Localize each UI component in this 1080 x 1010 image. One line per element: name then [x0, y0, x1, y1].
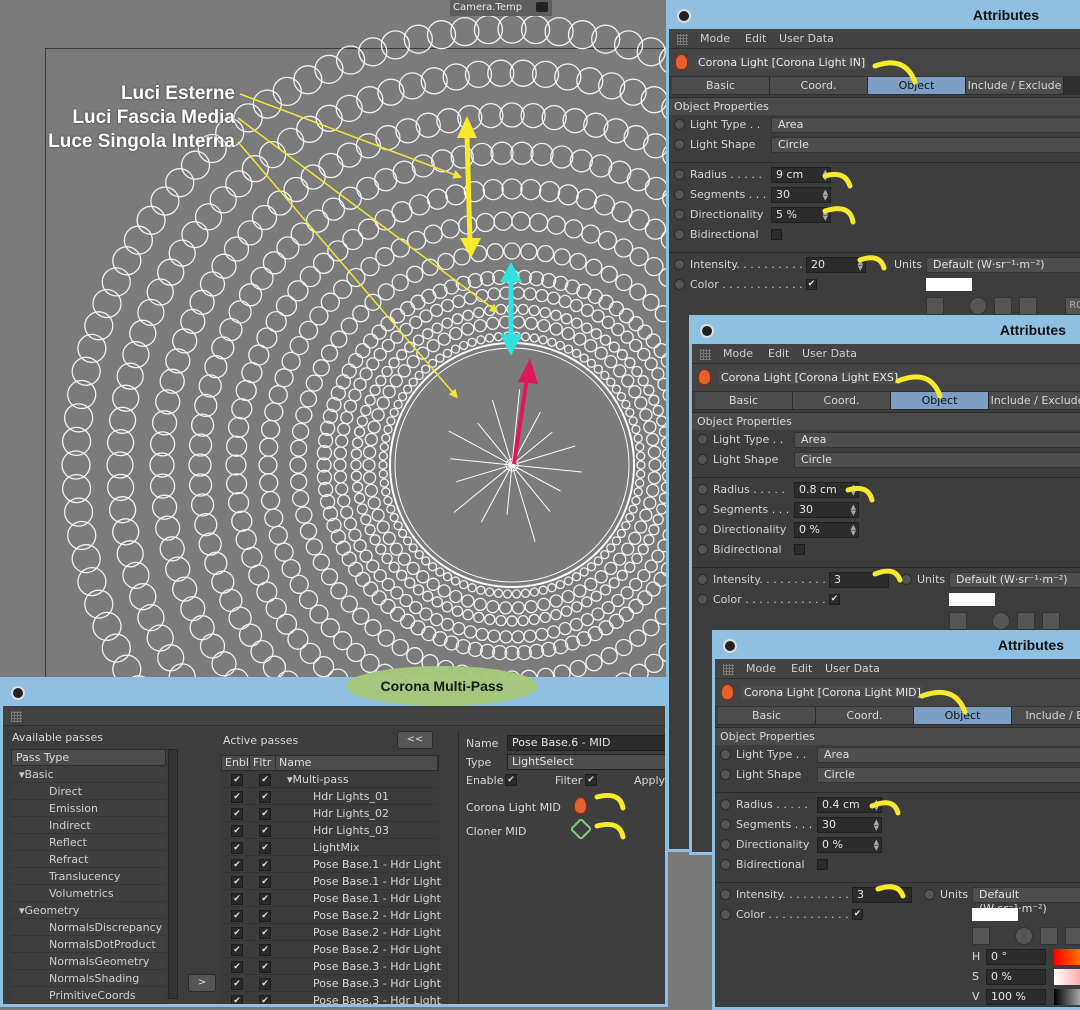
yellow-pointer-arrows	[594, 60, 968, 899]
